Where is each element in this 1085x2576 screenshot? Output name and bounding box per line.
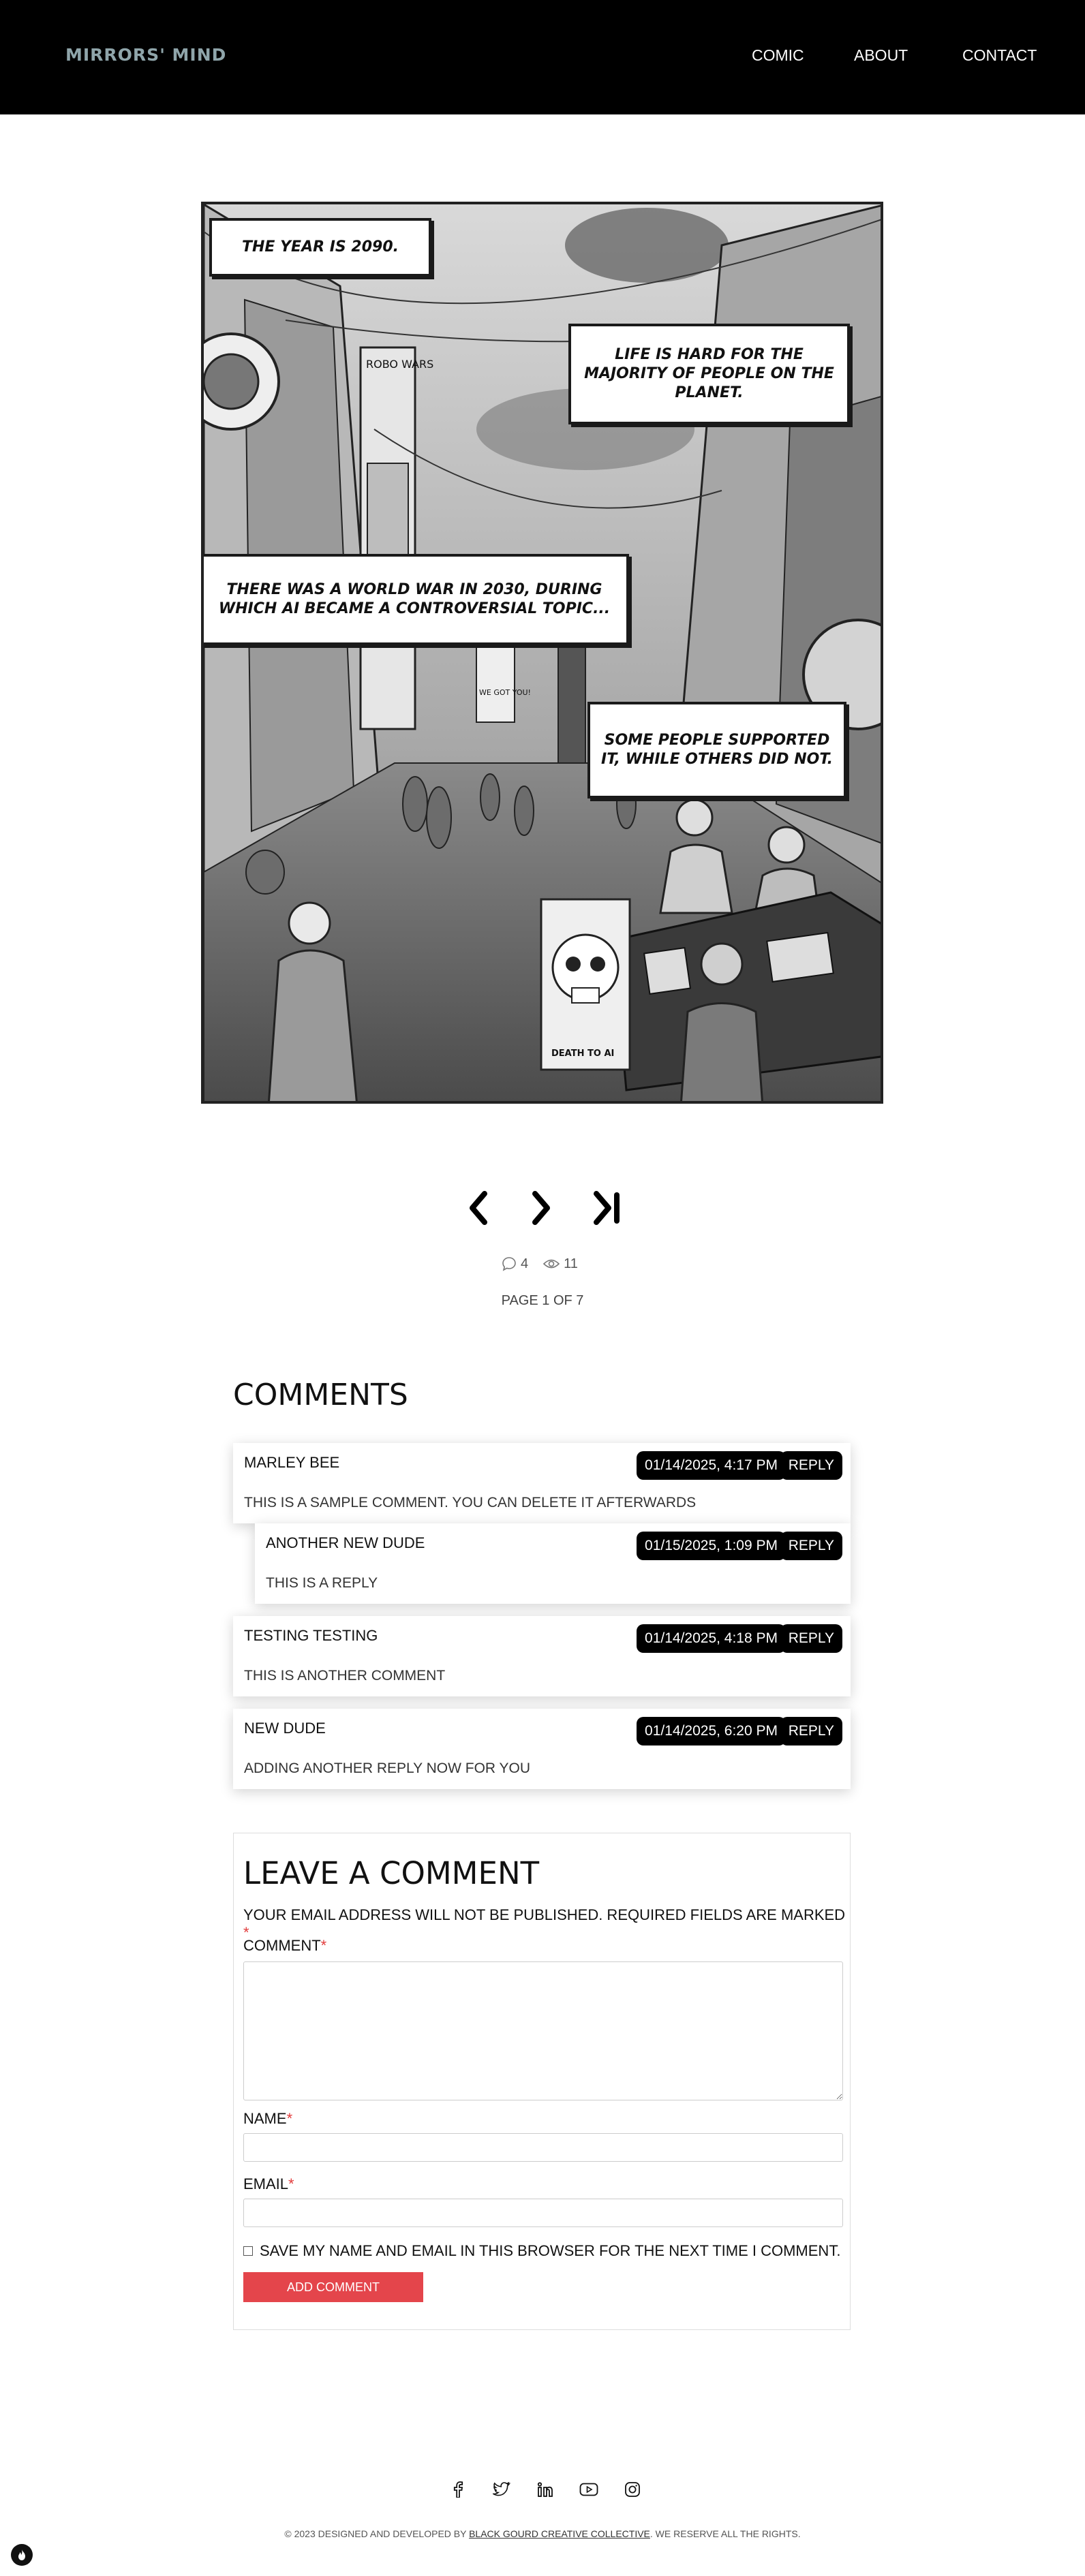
name-input[interactable] xyxy=(243,2133,843,2162)
comment-author: ANOTHER NEW DUDE xyxy=(266,1534,425,1551)
reply-button[interactable]: REPLY xyxy=(780,1451,842,1480)
site-logo[interactable]: MIRRORS' MIND xyxy=(65,45,226,65)
we-got-you-sign: We got you! xyxy=(479,688,531,697)
instagram-icon[interactable] xyxy=(623,2480,642,2499)
comment-text: THIS IS ANOTHER COMMENT xyxy=(244,1668,446,1683)
site-header: MIRRORS' MIND COMIC ABOUT CONTACT xyxy=(0,0,1085,114)
social-links xyxy=(448,2480,642,2499)
email-label-text: EMAIL xyxy=(243,2175,289,2192)
comment-count: 4 xyxy=(502,1256,528,1272)
chevron-right-icon xyxy=(532,1191,550,1225)
nav-contact[interactable]: CONTACT xyxy=(962,46,1037,65)
page-indicator: PAGE 1 OF 7 xyxy=(501,1293,584,1308)
comment-text: THIS IS A REPLY xyxy=(266,1575,378,1591)
reply-button[interactable]: REPLY xyxy=(780,1532,842,1560)
comment-reply-item: ANOTHER NEW DUDE 01/15/2025, 1:09 PM REP… xyxy=(255,1523,851,1604)
flame-icon xyxy=(18,2549,25,2560)
comment-date: 01/14/2025, 6:20 PM xyxy=(637,1717,786,1745)
name-label-text: NAME xyxy=(243,2110,287,2127)
linkedin-icon[interactable] xyxy=(536,2480,555,2499)
comment-item: TESTING TESTING 01/14/2025, 4:18 PM REPL… xyxy=(233,1616,851,1696)
caption-world-war: THERE WAS A WORLD WAR IN 2030, DURING WH… xyxy=(204,554,629,645)
comment-date: 01/14/2025, 4:18 PM xyxy=(637,1624,786,1653)
email-label: EMAIL* xyxy=(243,2175,294,2193)
previous-page-button[interactable] xyxy=(458,1184,499,1232)
comment-item: NEW DUDE 01/14/2025, 6:20 PM REPLY ADDIN… xyxy=(233,1709,851,1789)
comic-page: Robo Wars We got you! xyxy=(201,202,883,1104)
caption-supported: SOME PEOPLE SUPPORTED IT, WHILE OTHERS D… xyxy=(587,702,846,798)
comment-textarea[interactable] xyxy=(243,1961,843,2100)
collective-link[interactable]: BLACK GOURD CREATIVE COLLECTIVE xyxy=(469,2528,650,2539)
comment-date: 01/15/2025, 1:09 PM xyxy=(637,1532,786,1560)
chevron-left-icon xyxy=(470,1191,487,1225)
form-title: LEAVE A COMMENT xyxy=(243,1855,540,1891)
copyright-suffix: . WE RESERVE ALL THE RIGHTS. xyxy=(650,2528,801,2539)
required-mark: * xyxy=(286,2110,293,2127)
comment-item: MARLEY BEE 01/14/2025, 4:17 PM REPLY THI… xyxy=(233,1443,851,1523)
view-count-value: 11 xyxy=(564,1256,578,1271)
save-info-label: SAVE MY NAME AND EMAIL IN THIS BROWSER F… xyxy=(260,2242,841,2259)
reply-button[interactable]: REPLY xyxy=(780,1624,842,1653)
nav-comic[interactable]: COMIC xyxy=(752,46,804,65)
comment-form: LEAVE A COMMENT YOUR EMAIL ADDRESS WILL … xyxy=(233,1833,851,2330)
skip-to-end-icon xyxy=(594,1191,620,1225)
comic-stats: 4 11 xyxy=(502,1254,583,1274)
comment-count-value: 4 xyxy=(521,1256,529,1271)
comment-text: THIS IS A SAMPLE COMMENT. YOU CAN DELETE… xyxy=(244,1495,697,1510)
robo-wars-sign: Robo Wars xyxy=(366,358,433,371)
nav-about[interactable]: ABOUT xyxy=(854,46,908,65)
caption-year: THE YEAR IS 2090. xyxy=(209,218,431,277)
comments-heading: COMMENTS xyxy=(233,1378,408,1412)
youtube-icon[interactable] xyxy=(579,2480,598,2499)
comment-text: ADDING ANOTHER REPLY NOW FOR YOU xyxy=(244,1760,531,1776)
form-note: YOUR EMAIL ADDRESS WILL NOT BE PUBLISHED… xyxy=(243,1906,850,1942)
reply-button[interactable]: REPLY xyxy=(780,1717,842,1745)
death-to-ai-sign: DEATH To AI xyxy=(551,1049,614,1059)
comment-label-text: COMMENT xyxy=(243,1937,321,1954)
next-page-button[interactable] xyxy=(521,1184,562,1232)
email-input[interactable] xyxy=(243,2199,843,2227)
required-mark: * xyxy=(288,2175,294,2192)
name-label: NAME* xyxy=(243,2110,292,2128)
view-count: 11 xyxy=(543,1256,578,1272)
form-note-text: YOUR EMAIL ADDRESS WILL NOT BE PUBLISHED… xyxy=(243,1906,846,1923)
save-info-checkbox[interactable] xyxy=(243,2246,253,2256)
comment-label: COMMENT* xyxy=(243,1937,326,1955)
copyright-prefix: © 2023 DESIGNED AND DEVELOPED BY xyxy=(284,2528,467,2539)
eye-icon xyxy=(543,1259,560,1269)
comment-date: 01/14/2025, 4:17 PM xyxy=(637,1451,786,1480)
caption-life-is-hard: LIFE IS HARD FOR THE MAJORITY OF PEOPLE … xyxy=(568,324,850,424)
add-comment-button[interactable]: ADD COMMENT xyxy=(243,2272,423,2302)
save-info-row: SAVE MY NAME AND EMAIL IN THIS BROWSER F… xyxy=(243,2242,840,2260)
speech-bubble-icon xyxy=(502,1257,516,1271)
last-page-button[interactable] xyxy=(583,1184,631,1232)
facebook-icon[interactable] xyxy=(448,2480,468,2499)
accessibility-badge[interactable] xyxy=(11,2544,33,2566)
copyright: © 2023 DESIGNED AND DEVELOPED BY BLACK G… xyxy=(0,2528,1085,2539)
comment-author: TESTING TESTING xyxy=(244,1627,378,1644)
comment-author: NEW DUDE xyxy=(244,1720,326,1737)
required-mark: * xyxy=(320,1937,327,1954)
comment-author: MARLEY BEE xyxy=(244,1454,340,1471)
twitter-icon[interactable] xyxy=(492,2480,511,2499)
